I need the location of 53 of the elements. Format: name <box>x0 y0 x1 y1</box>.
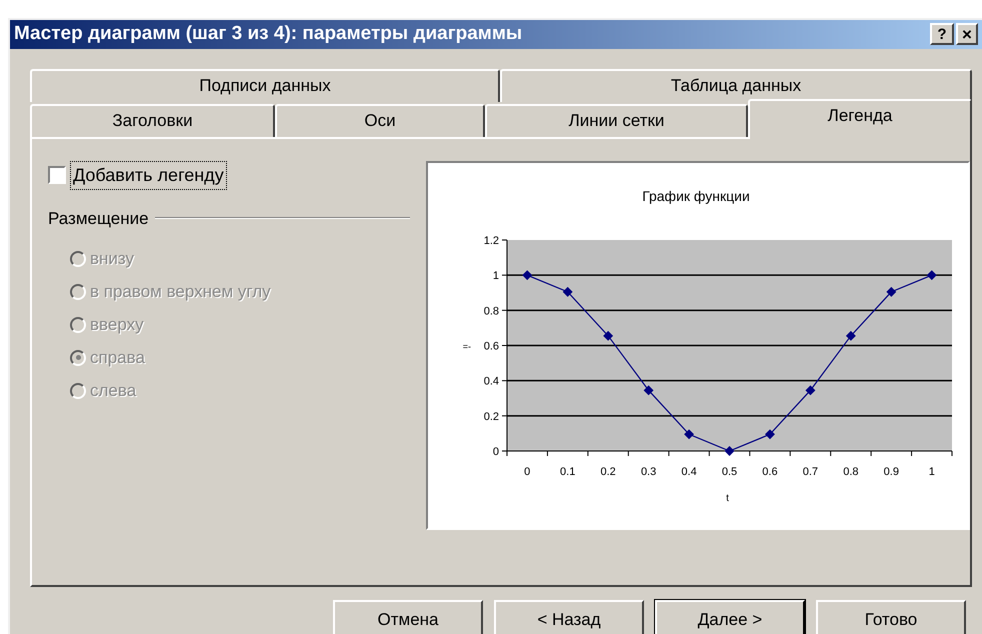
data-point <box>603 330 614 340</box>
x-tick-label: 0.2 <box>600 466 616 478</box>
data-point <box>805 384 816 395</box>
data-point <box>522 270 532 280</box>
window-title: Мастер диаграмм (шаг 3 из 4): параметры диаграммы <box>14 22 524 46</box>
checkbox[interactable] <box>48 166 66 184</box>
help-button[interactable]: ? <box>930 23 954 46</box>
y-tick-label: 0 <box>492 446 499 458</box>
tab[interactable]: Подписи данных <box>30 68 500 102</box>
tab[interactable]: Легенда <box>748 98 972 138</box>
dialog-button[interactable]: Готово <box>816 600 966 634</box>
group-title: Размещение <box>48 208 149 230</box>
x-tick-label: 0 <box>524 466 530 478</box>
y-tick-label: 0.8 <box>484 304 499 317</box>
radio-label: слева <box>90 380 136 402</box>
tab[interactable]: Заголовки <box>30 104 275 136</box>
data-point <box>886 286 896 296</box>
dialog-button[interactable]: Далее > <box>655 600 805 634</box>
tab[interactable]: Таблица данных <box>500 68 972 102</box>
data-point <box>562 286 573 296</box>
radio-label: внизу <box>90 248 134 270</box>
x-tick-label: 0.7 <box>802 466 818 478</box>
x-tick-label: 0.8 <box>843 466 858 478</box>
x-tick-label: 1 <box>928 466 935 478</box>
tab[interactable]: Линии сетки <box>485 104 748 136</box>
tab[interactable]: Оси <box>275 104 485 136</box>
data-point <box>644 384 654 395</box>
x-tick-label: 0.5 <box>722 466 738 478</box>
radio-label: справа <box>90 346 145 369</box>
radio-label: вверху <box>90 314 144 336</box>
x-axis-label: t <box>726 492 729 504</box>
y-axis-label: =- <box>462 341 471 351</box>
dialog-button[interactable]: Отмена <box>333 600 483 634</box>
y-tick-label: 0.2 <box>484 410 499 422</box>
x-tick-label: 0.3 <box>640 466 656 478</box>
x-tick-label: 0.9 <box>884 466 899 478</box>
data-point <box>765 428 775 439</box>
data-point <box>926 270 937 280</box>
close-button[interactable]: × <box>956 23 978 46</box>
y-tick-label: 0.4 <box>484 375 499 388</box>
x-tick-label: 0.4 <box>681 466 697 478</box>
data-point <box>684 428 694 439</box>
x-tick-label: 0.6 <box>762 466 778 478</box>
x-tick-label: 0.1 <box>560 466 576 478</box>
radio-label: в правом верхнем углу <box>90 280 271 303</box>
data-point <box>846 330 856 340</box>
data-point <box>724 446 734 456</box>
y-tick-label: 1.2 <box>484 234 499 246</box>
dialog-button[interactable]: < Назад <box>494 600 644 634</box>
y-tick-label: 1 <box>492 270 499 282</box>
checkbox-label: Добавить легенду <box>70 160 227 190</box>
chart-title: График функции <box>642 188 750 204</box>
y-tick-label: 0.6 <box>484 340 499 352</box>
